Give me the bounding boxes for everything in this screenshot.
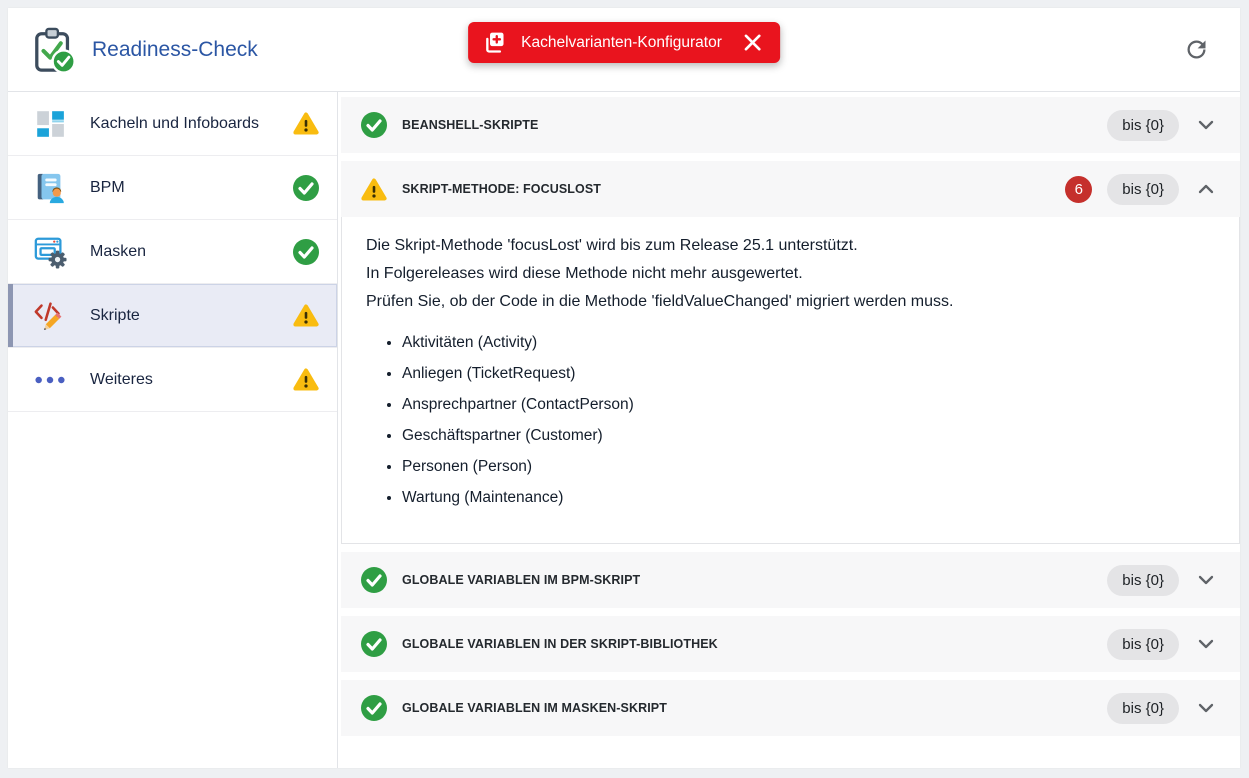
accordion-title: GLOBALE VARIABLEN IN DER SKRIPT-BIBLIOTH… [402, 637, 1107, 651]
toast-banner[interactable]: Kachelvarianten-Konfigurator [468, 22, 780, 63]
chevron-down-icon [1198, 575, 1214, 585]
accordion-title: SKRIPT-METHODE: FOCUSLOST [402, 182, 1065, 196]
accordion-section-beanshell-skripte: BEANSHELL-SKRIPTE bis {0} [341, 97, 1240, 153]
book-person-icon [32, 170, 68, 206]
chevron-down-icon [1198, 703, 1214, 713]
warning-icon [293, 303, 319, 328]
list-item: Geschäftspartner (Customer) [402, 424, 1213, 448]
page-title: Readiness-Check [92, 38, 258, 62]
accordion-header[interactable]: BEANSHELL-SKRIPTE bis {0} [341, 97, 1240, 153]
accordion-section-skript-methode-focuslost: SKRIPT-METHODE: FOCUSLOST 6 bis {0} Die … [341, 161, 1240, 544]
accordion-header[interactable]: GLOBALE VARIABLEN IM MASKEN-SKRIPT bis {… [341, 680, 1240, 736]
clipboard-check-icon [32, 25, 78, 75]
accordion-title: GLOBALE VARIABLEN IM MASKEN-SKRIPT [402, 701, 1107, 715]
sidebar-item-label: Skripte [90, 307, 293, 325]
sidebar-item-label: Kacheln und Infoboards [90, 115, 293, 133]
refresh-icon [1183, 36, 1210, 63]
accordion-section-globale-variablen-bpm-skript: GLOBALE VARIABLEN IM BPM-SKRIPT bis {0} [341, 552, 1240, 608]
ellipsis-icon [32, 362, 68, 398]
ok-icon [361, 567, 387, 593]
sidebar: Kacheln und Infoboards [8, 92, 338, 768]
sidebar-item-weiteres[interactable]: Weiteres [8, 348, 337, 412]
warning-icon [293, 367, 319, 392]
ok-icon [361, 695, 387, 721]
warning-icon [293, 111, 319, 136]
bis-badge: bis {0} [1107, 629, 1179, 660]
main-content: BEANSHELL-SKRIPTE bis {0} [338, 92, 1240, 768]
accordion-title: BEANSHELL-SKRIPTE [402, 118, 1107, 132]
bis-badge: bis {0} [1107, 110, 1179, 141]
warning-icon [361, 176, 387, 202]
expand-button[interactable] [1194, 696, 1218, 720]
chevron-down-icon [1198, 639, 1214, 649]
panel-text-line: In Folgereleases wird diese Methode nich… [366, 262, 1213, 287]
list-item: Personen (Person) [402, 455, 1213, 479]
accordion-section-globale-variablen-masken-skript: GLOBALE VARIABLEN IM MASKEN-SKRIPT bis {… [341, 680, 1240, 736]
accordion-title: GLOBALE VARIABLEN IM BPM-SKRIPT [402, 573, 1107, 587]
sidebar-item-kacheln-und-infoboards[interactable]: Kacheln und Infoboards [8, 92, 337, 156]
chevron-down-icon [1198, 120, 1214, 130]
affected-objects-list: Aktivitäten (Activity) Anliegen (TicketR… [402, 331, 1213, 510]
accordion-header[interactable]: SKRIPT-METHODE: FOCUSLOST 6 bis {0} [341, 161, 1240, 217]
accordion-panel: Die Skript-Methode 'focusLost' wird bis … [341, 217, 1240, 544]
refresh-button[interactable] [1176, 30, 1216, 70]
list-item: Aktivitäten (Activity) [402, 331, 1213, 355]
tile-add-icon [480, 29, 507, 56]
ok-icon [361, 112, 387, 138]
ok-icon [293, 239, 319, 264]
issue-count-badge: 6 [1065, 176, 1092, 203]
sidebar-item-skripte[interactable]: Skripte [8, 284, 337, 348]
close-icon [743, 33, 762, 52]
toast-label: Kachelvarianten-Konfigurator [521, 34, 722, 52]
ok-icon [293, 175, 319, 200]
expand-button[interactable] [1194, 632, 1218, 656]
accordion-header[interactable]: GLOBALE VARIABLEN IN DER SKRIPT-BIBLIOTH… [341, 616, 1240, 672]
sidebar-item-label: Masken [90, 243, 293, 261]
app-window: Readiness-Check Kachelvarianten-Konfigur… [8, 8, 1240, 768]
tiles-icon [32, 106, 68, 142]
code-pencil-icon [32, 298, 68, 334]
sidebar-item-bpm[interactable]: BPM [8, 156, 337, 220]
window-gear-icon [32, 234, 68, 270]
expand-button[interactable] [1194, 568, 1218, 592]
ok-icon [361, 631, 387, 657]
list-item: Wartung (Maintenance) [402, 486, 1213, 510]
chevron-up-icon [1198, 184, 1214, 194]
accordion-header[interactable]: GLOBALE VARIABLEN IM BPM-SKRIPT bis {0} [341, 552, 1240, 608]
panel-text-line: Prüfen Sie, ob der Code in die Methode '… [366, 290, 1213, 315]
list-item: Ansprechpartner (ContactPerson) [402, 393, 1213, 417]
bis-badge: bis {0} [1107, 693, 1179, 724]
bis-badge: bis {0} [1107, 174, 1179, 205]
panel-text-line: Die Skript-Methode 'focusLost' wird bis … [366, 234, 1213, 259]
expand-button[interactable] [1194, 113, 1218, 137]
bis-badge: bis {0} [1107, 565, 1179, 596]
sidebar-item-masken[interactable]: Masken [8, 220, 337, 284]
list-item: Anliegen (TicketRequest) [402, 362, 1213, 386]
sidebar-item-label: Weiteres [90, 371, 293, 389]
toast-close-button[interactable] [740, 30, 766, 56]
collapse-button[interactable] [1194, 177, 1218, 201]
accordion-section-globale-variablen-skript-bibliothek: GLOBALE VARIABLEN IN DER SKRIPT-BIBLIOTH… [341, 616, 1240, 672]
sidebar-item-label: BPM [90, 179, 293, 197]
